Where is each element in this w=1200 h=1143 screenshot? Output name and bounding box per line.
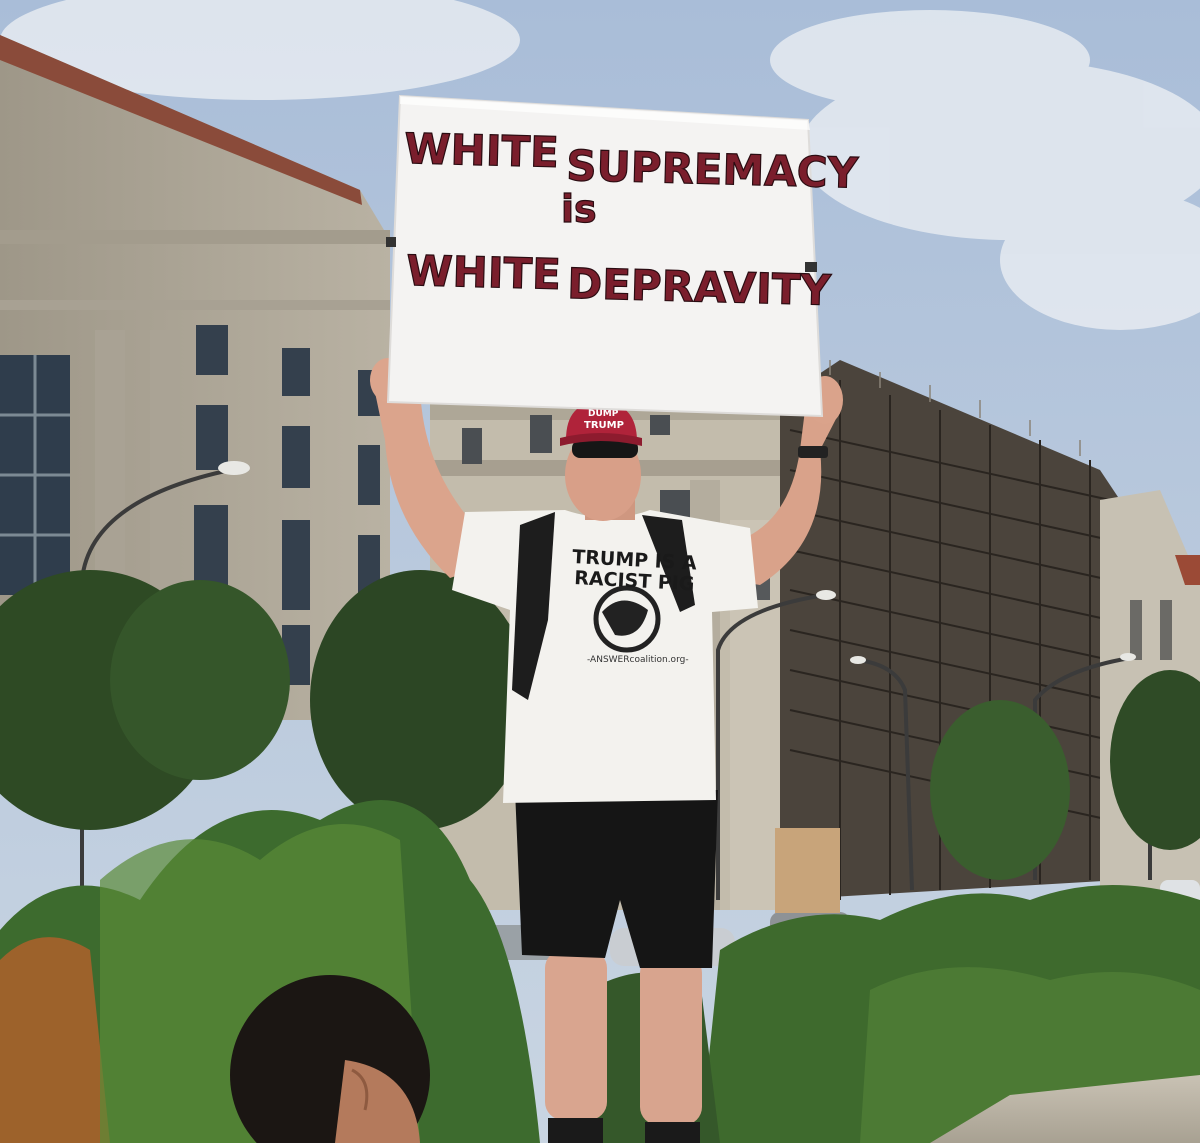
photo-illustration: TRUMP IS A RACIST PIG -ANSWERcoalition.o… [0,0,1200,1143]
hat-line2: TRUMP [584,420,624,431]
orange-construction-box [775,828,840,913]
shirt-url: -ANSWERcoalition.org- [587,655,689,665]
sign-line3-depravity: DEPRAVITY [567,259,832,315]
sign-line1-supremacy: SUPREMACY [566,141,859,198]
hat-line1: DUMP [588,409,619,419]
sign-line3-white: WHITE [406,246,562,299]
photo-scene: TRUMP IS A RACIST PIG -ANSWERcoalition.o… [0,0,1200,1143]
sign-line1-white: WHITE [404,124,560,177]
sign-line2-is: is [561,187,597,231]
protest-sign: WHITE SUPREMACY is WHITE DEPRAVITY [386,94,860,418]
